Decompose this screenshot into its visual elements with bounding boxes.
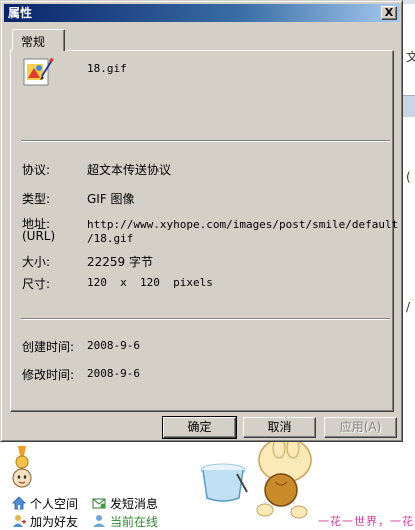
separator-line: [21, 318, 390, 320]
dialog-title-bar[interactable]: 属性 X: [4, 4, 400, 22]
address-value-line2: /18.gif: [87, 232, 134, 245]
address-value-line1: http://www.xyhope.com/images/post/smile/…: [87, 218, 399, 231]
file-name: 18.gif: [87, 62, 127, 75]
address-label-url: (URL): [22, 229, 56, 243]
online-status: 当前在线: [92, 513, 158, 529]
home-icon: [12, 496, 26, 510]
created-label: 创建时间:: [22, 340, 75, 354]
general-tab-panel: [10, 50, 394, 412]
tab-general[interactable]: 常规: [12, 29, 65, 51]
modified-value: 2008-9-6: [87, 367, 140, 380]
gif-image-file-icon: [23, 57, 54, 86]
properties-dialog: 属性 X 常规 18.gif 协议: 超文本传送协议 类型: GIF 图像 地址…: [0, 0, 403, 442]
ok-button-label: 确定: [187, 420, 212, 434]
close-button[interactable]: X: [381, 6, 397, 20]
separator-line: [21, 140, 390, 142]
apply-button[interactable]: 应用(A): [324, 417, 397, 438]
tab-general-label: 常规: [21, 35, 46, 49]
modified-label: 修改时间:: [22, 368, 75, 382]
send-message-link[interactable]: 发短消息: [92, 495, 158, 511]
message-icon: [92, 498, 106, 509]
dialog-title: 属性: [8, 6, 33, 20]
dimensions-label: 尺寸:: [22, 277, 51, 291]
send-message-label: 发短消息: [110, 496, 159, 511]
protocol-value: 超文本传送协议: [87, 163, 172, 177]
type-label: 类型:: [22, 192, 51, 206]
type-value: GIF 图像: [87, 192, 135, 206]
medal-icon: [12, 446, 32, 488]
size-value: 22259 字节: [87, 255, 153, 269]
background-right-text: (: [406, 170, 411, 184]
slogan-text: 一花一世界，一花: [318, 515, 414, 528]
close-icon: X: [384, 6, 394, 19]
created-value: 2008-9-6: [87, 339, 140, 352]
size-label: 大小:: [22, 255, 51, 269]
protocol-label: 协议:: [22, 163, 51, 177]
background-right-bar: [403, 95, 415, 117]
apply-button-label: 应用(A): [339, 420, 382, 434]
add-friend-link[interactable]: 加为好友: [12, 513, 78, 529]
personal-space-link[interactable]: 个人空间: [12, 495, 78, 511]
online-status-label: 当前在线: [110, 514, 159, 529]
dimensions-value: 120 x 120 pixels: [87, 276, 213, 289]
cancel-button-label: 取消: [267, 420, 292, 434]
add-friend-label: 加为好友: [30, 514, 79, 529]
background-right-text: 文: [406, 50, 415, 64]
ok-button[interactable]: 确定: [162, 416, 237, 439]
cancel-button[interactable]: 取消: [243, 417, 316, 438]
add-friend-icon: [13, 515, 26, 527]
background-right-text: /: [406, 300, 411, 314]
online-user-icon: [93, 515, 105, 527]
personal-space-label: 个人空间: [30, 496, 79, 511]
